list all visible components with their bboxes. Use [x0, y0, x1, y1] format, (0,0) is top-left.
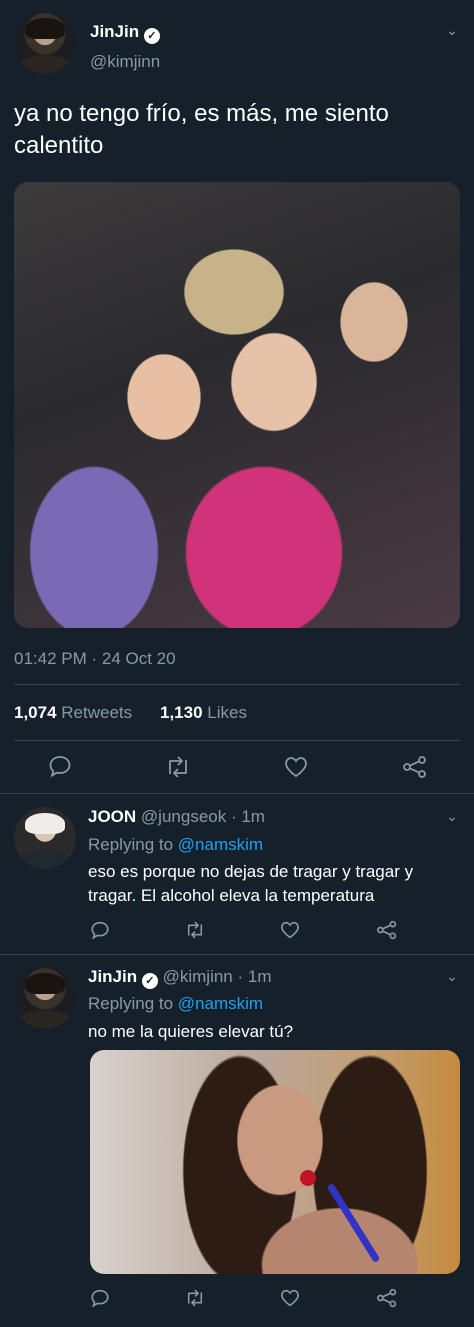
share-icon[interactable]	[376, 1288, 398, 1308]
reply-avatar[interactable]	[14, 807, 76, 869]
verified-badge-icon: ✓	[143, 28, 160, 44]
retweet-icon[interactable]	[184, 921, 206, 939]
reply-display-name[interactable]: JinJin	[88, 967, 137, 986]
retweet-icon[interactable]	[164, 756, 192, 778]
reply-time[interactable]: · 1m	[231, 807, 265, 826]
reply-header: JinJin ✓ @kimjinn · 1m	[88, 967, 272, 989]
reply-icon[interactable]	[90, 1289, 110, 1307]
reply-text: no me la quieres elevar tú?	[88, 1022, 294, 1041]
retweets-label: Retweets	[61, 703, 133, 722]
reply-text-line: tragar. El alcohol eleva la temperatura	[88, 886, 375, 905]
like-icon[interactable]	[280, 921, 300, 939]
replying-to-label: Replying to	[88, 835, 174, 854]
reply-text: eso es porque no dejas de tragar y traga…	[88, 860, 413, 908]
reply-time[interactable]: · 1m	[238, 967, 272, 986]
divider	[0, 793, 474, 794]
reply-handle[interactable]: @kimjinn	[163, 967, 233, 986]
chevron-down-icon[interactable]: ⌄	[446, 22, 458, 39]
author-avatar[interactable]	[14, 12, 76, 74]
replying-to: Replying to @namskim	[88, 835, 263, 855]
tweet-timestamp[interactable]: 01:42 PM · 24 Oct 20	[14, 649, 176, 669]
chevron-down-icon[interactable]: ⌄	[446, 808, 458, 825]
divider	[0, 954, 474, 955]
reply-text-line: eso es porque no dejas de tragar y traga…	[88, 862, 414, 881]
divider	[14, 684, 460, 685]
replying-to-handle[interactable]: @namskim	[178, 835, 263, 854]
replying-to: Replying to @namskim	[88, 994, 263, 1014]
share-icon[interactable]	[402, 755, 428, 779]
chevron-down-icon[interactable]: ⌄	[446, 968, 458, 985]
retweet-icon[interactable]	[184, 1289, 206, 1307]
verified-badge-icon: ✓	[141, 973, 158, 989]
like-icon[interactable]	[280, 1289, 300, 1307]
tweet-text-line: ya no tengo frío, es más, me siento	[14, 100, 389, 127]
share-icon[interactable]	[376, 920, 398, 940]
likes-stat[interactable]: 1,130 Likes	[160, 703, 247, 723]
likes-label: Likes	[207, 703, 247, 722]
reply-header: JOON @jungseok · 1m	[88, 807, 265, 827]
tweet-text: ya no tengo frío, es más, me siento cale…	[14, 98, 389, 162]
retweets-stat[interactable]: 1,074 Retweets	[14, 703, 132, 723]
reply-photo[interactable]	[90, 1050, 460, 1274]
likes-count: 1,130	[160, 703, 203, 722]
replying-to-handle[interactable]: @namskim	[178, 994, 263, 1013]
reply-icon[interactable]	[48, 755, 72, 777]
reply-display-name[interactable]: JOON	[88, 807, 136, 826]
like-icon[interactable]	[284, 756, 308, 778]
reply-handle[interactable]: @jungseok	[141, 807, 226, 826]
author-display-name[interactable]: JinJin	[90, 22, 139, 41]
reply-icon[interactable]	[90, 921, 110, 939]
tweet-photo[interactable]	[14, 182, 460, 628]
retweets-count: 1,074	[14, 703, 57, 722]
tweet-text-line: calentito	[14, 132, 104, 159]
replying-to-label: Replying to	[88, 994, 174, 1013]
reply-avatar[interactable]	[14, 967, 76, 1029]
divider	[14, 740, 460, 741]
author-handle[interactable]: @kimjinn	[90, 52, 160, 72]
author-name[interactable]: JinJin ✓	[90, 22, 160, 44]
